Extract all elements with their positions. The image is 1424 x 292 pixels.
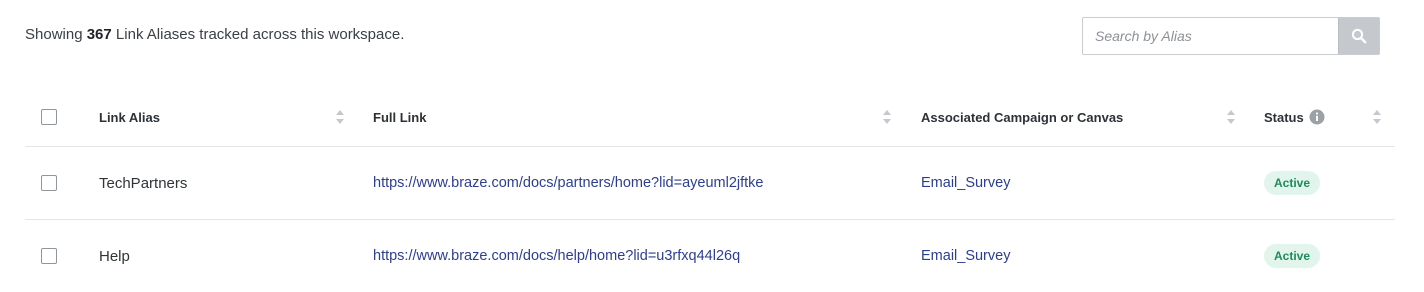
search-box (1082, 17, 1380, 55)
status-badge: Active (1264, 171, 1321, 195)
header-link-alias[interactable]: Link Alias (99, 88, 160, 146)
search-icon (1351, 28, 1367, 44)
header-status[interactable]: Status (1264, 110, 1304, 125)
info-icon[interactable] (1309, 109, 1325, 125)
header-campaign[interactable]: Associated Campaign or Canvas (921, 88, 1123, 146)
sort-campaign-icon[interactable] (1226, 88, 1236, 146)
header-full-link[interactable]: Full Link (373, 88, 426, 146)
select-all-cell (41, 88, 57, 146)
campaign-cell: Email_Survey (921, 147, 1010, 219)
status-cell: Active (1264, 220, 1321, 292)
campaign-link[interactable]: Email_Survey (921, 248, 1010, 264)
row-select-cell (41, 147, 57, 219)
full-link[interactable]: https://www.braze.com/docs/partners/home… (373, 175, 763, 191)
select-all-checkbox[interactable] (41, 109, 57, 125)
full-link-cell: https://www.braze.com/docs/help/home?lid… (373, 220, 740, 292)
header-status-cell: Status (1264, 88, 1325, 146)
row-checkbox[interactable] (41, 248, 57, 264)
table-row: TechPartners https://www.braze.com/docs/… (25, 147, 1395, 220)
table-row: Help https://www.braze.com/docs/help/hom… (25, 220, 1395, 292)
row-checkbox[interactable] (41, 175, 57, 191)
link-alias: TechPartners (99, 174, 188, 192)
table-header: Link Alias Full Link Associated Campaign… (25, 88, 1395, 147)
campaign-cell: Email_Survey (921, 220, 1010, 292)
full-link[interactable]: https://www.braze.com/docs/help/home?lid… (373, 248, 740, 264)
search-button[interactable] (1338, 18, 1379, 54)
summary-prefix: Showing (25, 26, 83, 43)
sort-full-link-icon[interactable] (882, 88, 892, 146)
full-link-cell: https://www.braze.com/docs/partners/home… (373, 147, 763, 219)
sort-alias-icon[interactable] (335, 88, 345, 146)
summary-suffix: Link Aliases tracked across this workspa… (115, 26, 405, 43)
sort-status-icon[interactable] (1372, 88, 1382, 146)
results-summary: Showing 367 Link Aliases tracked across … (25, 26, 404, 43)
search-input[interactable] (1083, 18, 1338, 54)
link-alias: Help (99, 247, 130, 265)
campaign-link[interactable]: Email_Survey (921, 175, 1010, 191)
summary-count: 367 (86, 26, 112, 43)
status-badge: Active (1264, 244, 1321, 268)
status-cell: Active (1264, 147, 1321, 219)
row-select-cell (41, 220, 57, 292)
